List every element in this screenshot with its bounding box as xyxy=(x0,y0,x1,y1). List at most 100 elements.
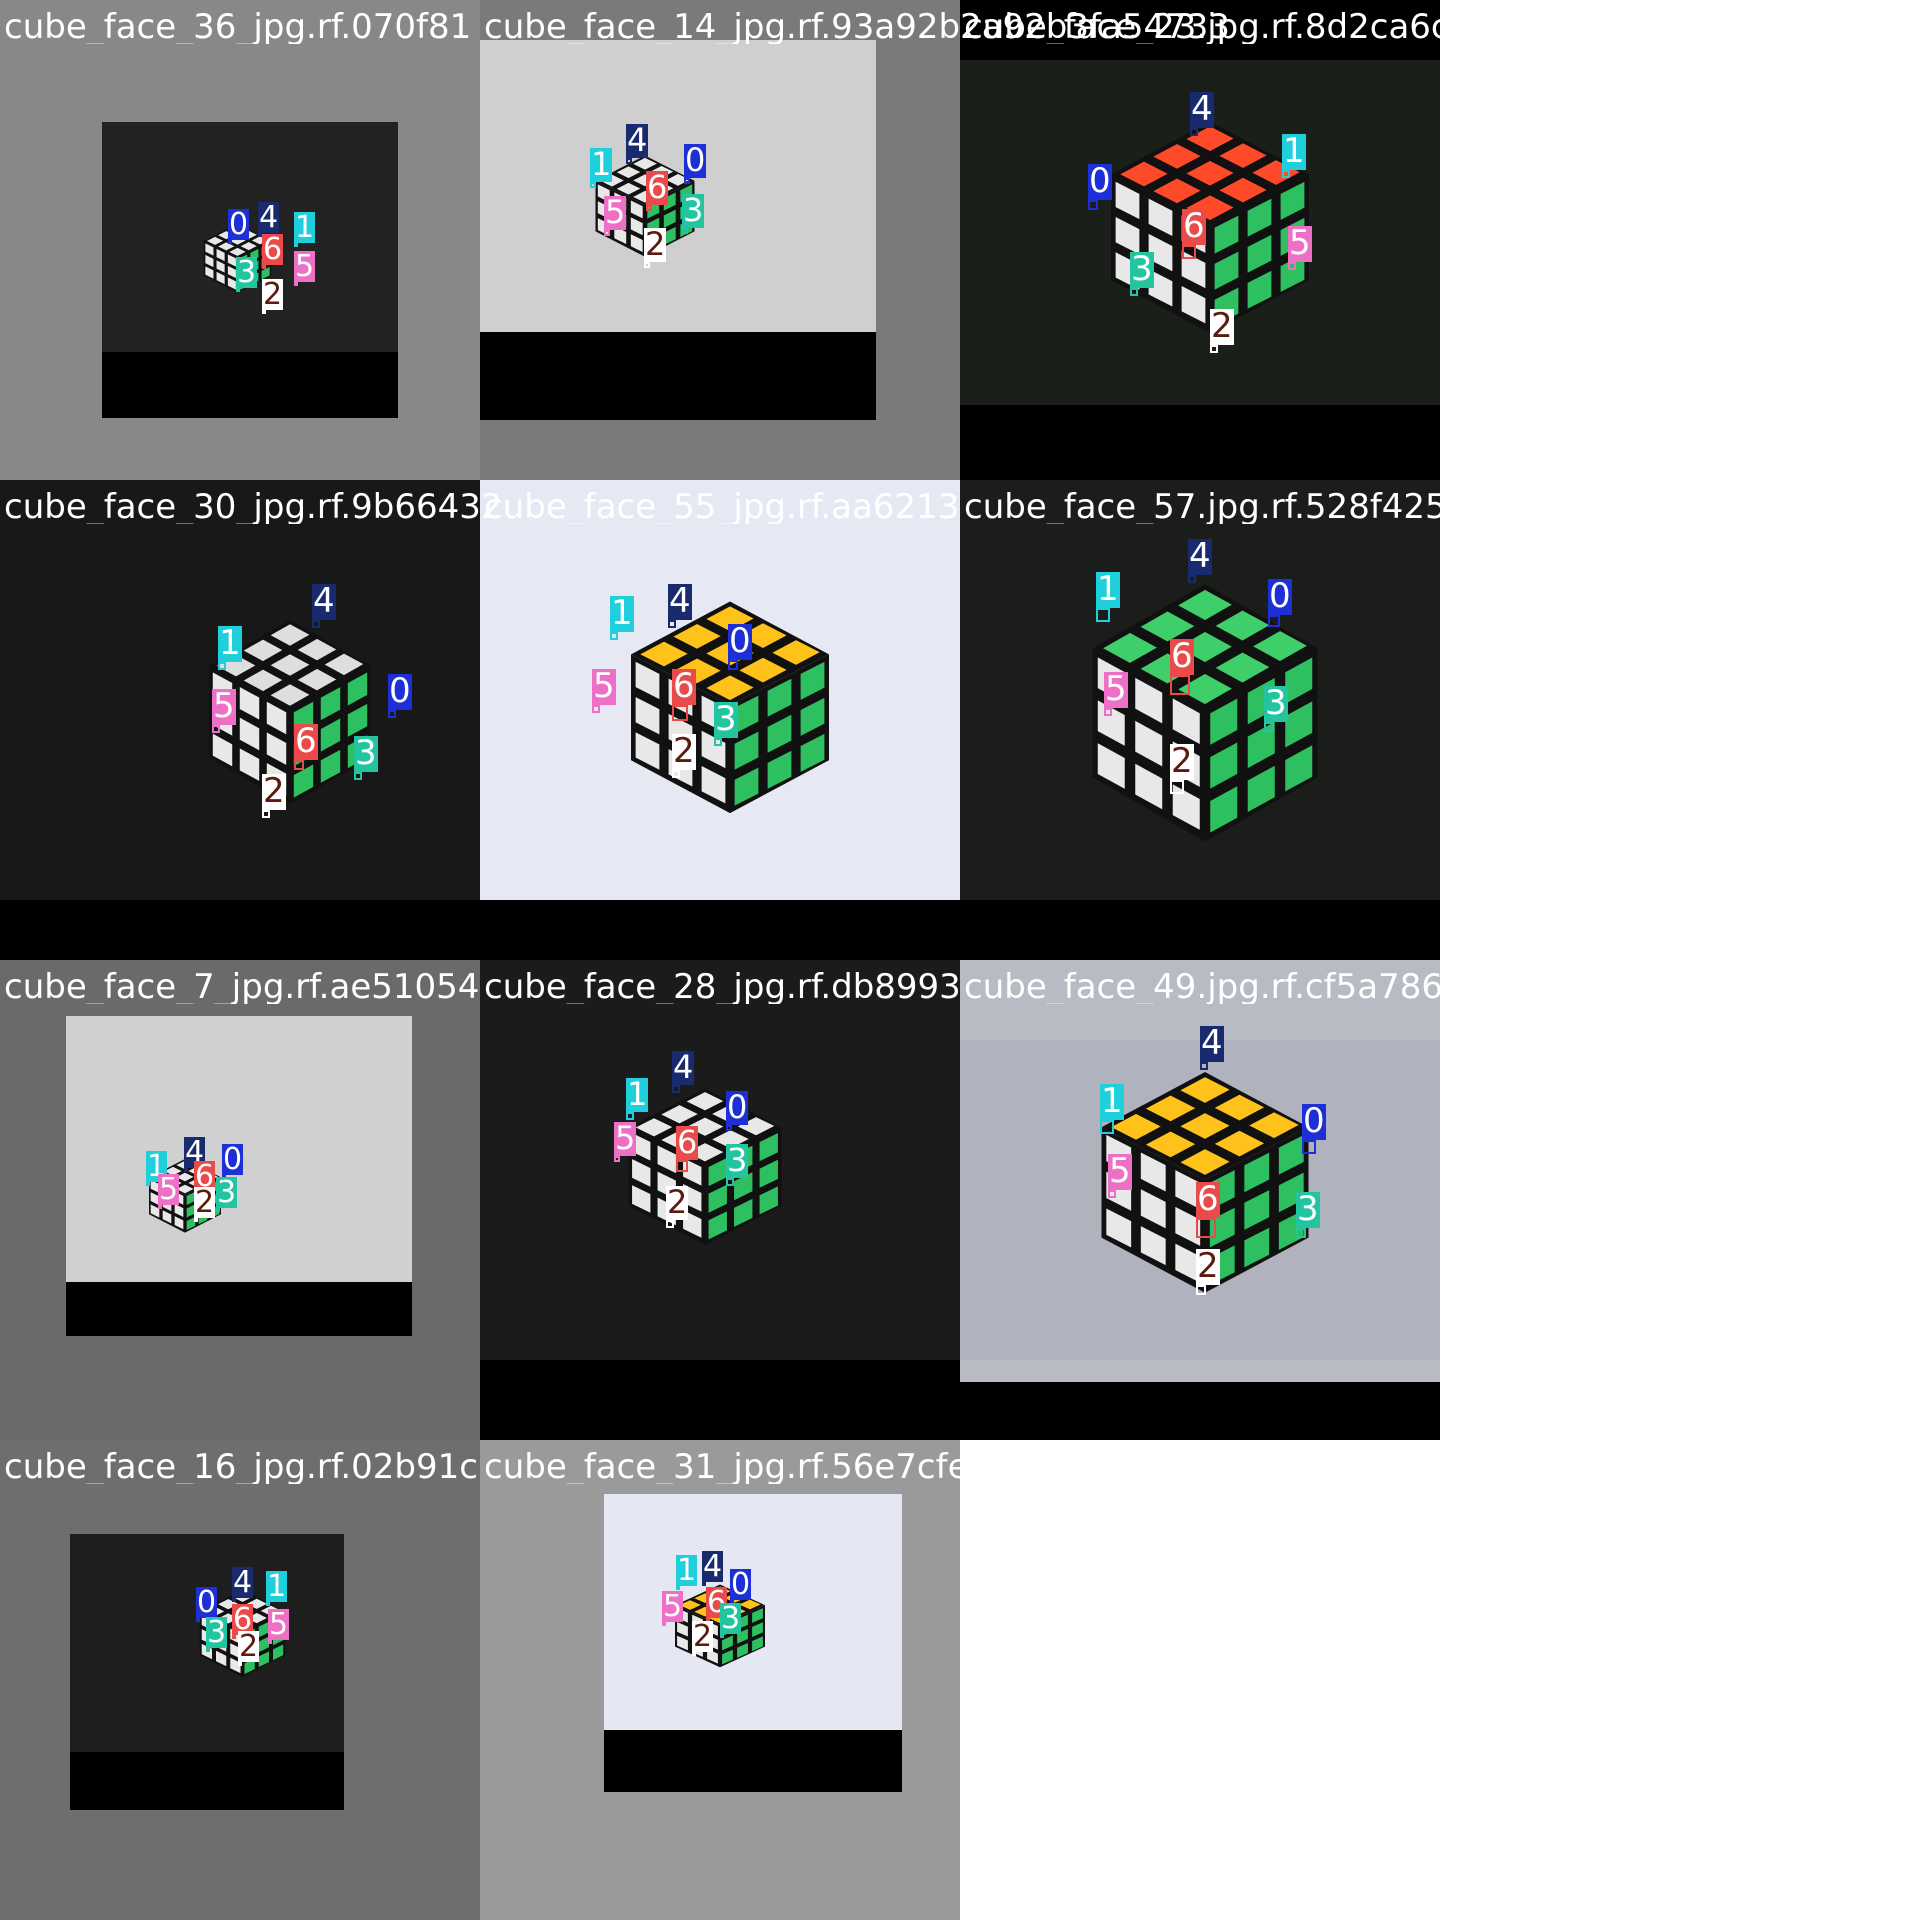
keypoint-label: 2 xyxy=(262,276,284,312)
keypoint-box xyxy=(1302,1140,1316,1154)
letterbox-band xyxy=(66,1282,412,1336)
keypoint-label: 0 xyxy=(730,1566,752,1602)
image-tile: 4106532 xyxy=(480,1440,960,1920)
keypoint-box xyxy=(1282,170,1290,178)
image-tile: 4105632 xyxy=(960,960,1440,1440)
keypoint-label: 5 xyxy=(268,1606,290,1642)
keypoint-box xyxy=(676,1160,688,1172)
keypoint-label: 0 xyxy=(196,1584,218,1620)
keypoint-box xyxy=(1268,615,1280,627)
keypoint-label: 5 xyxy=(158,1171,180,1207)
keypoint-label: 4 xyxy=(668,581,692,622)
keypoint-label: 5 xyxy=(1104,669,1128,710)
keypoint-label: 0 xyxy=(1088,161,1112,202)
keypoint-label: 4 xyxy=(702,1548,724,1584)
keypoint-label: 1 xyxy=(218,623,242,664)
keypoint-label: 3 xyxy=(1296,1189,1320,1230)
keypoint-label: 4 xyxy=(232,1564,254,1600)
keypoint-label: 2 xyxy=(692,1618,714,1654)
rubiks-cube xyxy=(1080,570,1330,850)
image-tile: 4106352 xyxy=(0,1440,480,1920)
keypoint-box xyxy=(1100,1120,1114,1134)
keypoint-box xyxy=(1130,288,1138,296)
letterbox-band xyxy=(70,1752,344,1810)
keypoint-box xyxy=(1264,722,1274,732)
image-tile: 4106532 xyxy=(480,480,960,960)
keypoint-box xyxy=(354,772,362,780)
keypoint-box xyxy=(1188,575,1196,583)
keypoint-label: 4 xyxy=(1190,89,1214,130)
keypoint-label: 1 xyxy=(1096,569,1120,610)
keypoint-box xyxy=(726,1178,734,1186)
keypoint-label: 1 xyxy=(294,209,316,245)
keypoint-label: 6 xyxy=(294,721,318,762)
keypoint-box xyxy=(218,662,226,670)
keypoint-box xyxy=(672,1085,680,1093)
keypoint-label: 3 xyxy=(726,1141,749,1180)
keypoint-box xyxy=(1196,1285,1206,1295)
keypoint-box xyxy=(1288,262,1296,270)
keypoint-label: 2 xyxy=(644,225,667,264)
keypoint-label: 2 xyxy=(238,1628,260,1664)
keypoint-label: 4 xyxy=(626,121,649,160)
keypoint-label: 4 xyxy=(1200,1023,1224,1064)
keypoint-label: 5 xyxy=(614,1119,637,1158)
image-tile: 4106532 xyxy=(960,0,1440,480)
keypoint-box xyxy=(262,810,270,818)
keypoint-label: 6 xyxy=(646,168,669,207)
keypoint-label: 5 xyxy=(604,193,627,232)
keypoint-label: 2 xyxy=(1210,306,1234,347)
keypoint-box xyxy=(714,738,722,746)
letterbox-band xyxy=(604,1730,902,1792)
image-tile: 4105632 xyxy=(480,960,960,1440)
keypoint-label: 3 xyxy=(720,1600,742,1636)
keypoint-label: 1 xyxy=(626,1075,649,1114)
keypoint-box xyxy=(294,760,304,770)
keypoint-box xyxy=(1196,1218,1216,1238)
keypoint-box xyxy=(1182,245,1196,259)
keypoint-label: 6 xyxy=(672,666,696,707)
keypoint-label: 2 xyxy=(1170,741,1194,782)
letterbox-band xyxy=(0,900,480,960)
keypoint-label: 0 xyxy=(1268,576,1292,617)
keypoint-label: 0 xyxy=(1302,1101,1326,1142)
keypoint-label: 6 xyxy=(1170,636,1194,677)
keypoint-label: 5 xyxy=(212,686,236,727)
keypoint-label: 1 xyxy=(590,145,613,184)
keypoint-label: 1 xyxy=(1100,1081,1124,1122)
image-tile: 0416352 xyxy=(0,0,480,480)
keypoint-label: 0 xyxy=(388,671,412,712)
letterbox-band xyxy=(960,1382,1440,1440)
keypoint-label: 0 xyxy=(684,141,707,180)
keypoint-label: 3 xyxy=(1264,683,1288,724)
image-tile: 4106532 xyxy=(960,480,1440,960)
keypoint-label: 3 xyxy=(354,733,378,774)
keypoint-box xyxy=(592,705,600,713)
keypoint-box xyxy=(672,770,680,778)
keypoint-box xyxy=(1096,608,1110,622)
keypoint-label: 4 xyxy=(258,199,280,235)
keypoint-label: 0 xyxy=(222,1141,244,1177)
keypoint-label: 5 xyxy=(1108,1151,1132,1192)
keypoint-box xyxy=(1170,675,1190,695)
keypoint-label: 0 xyxy=(228,206,250,242)
image-tile: 4106532 xyxy=(0,960,480,1440)
keypoint-box xyxy=(610,632,618,640)
keypoint-label: 3 xyxy=(216,1174,238,1210)
keypoint-label: 2 xyxy=(666,1183,689,1222)
letterbox-band xyxy=(480,332,876,420)
keypoint-box xyxy=(1170,780,1184,794)
keypoint-label: 5 xyxy=(294,248,316,284)
keypoint-label: 1 xyxy=(676,1552,698,1588)
keypoint-box xyxy=(1104,708,1112,716)
keypoint-box xyxy=(728,660,738,670)
letterbox-band xyxy=(960,405,1440,480)
keypoint-box xyxy=(388,710,396,718)
keypoint-box xyxy=(1296,1228,1306,1238)
keypoint-label: 1 xyxy=(266,1568,288,1604)
keypoint-box xyxy=(312,620,320,628)
keypoint-label: 2 xyxy=(194,1184,216,1220)
keypoint-label: 3 xyxy=(236,254,258,290)
letterbox-band xyxy=(480,900,960,960)
keypoint-label: 3 xyxy=(206,1614,228,1650)
